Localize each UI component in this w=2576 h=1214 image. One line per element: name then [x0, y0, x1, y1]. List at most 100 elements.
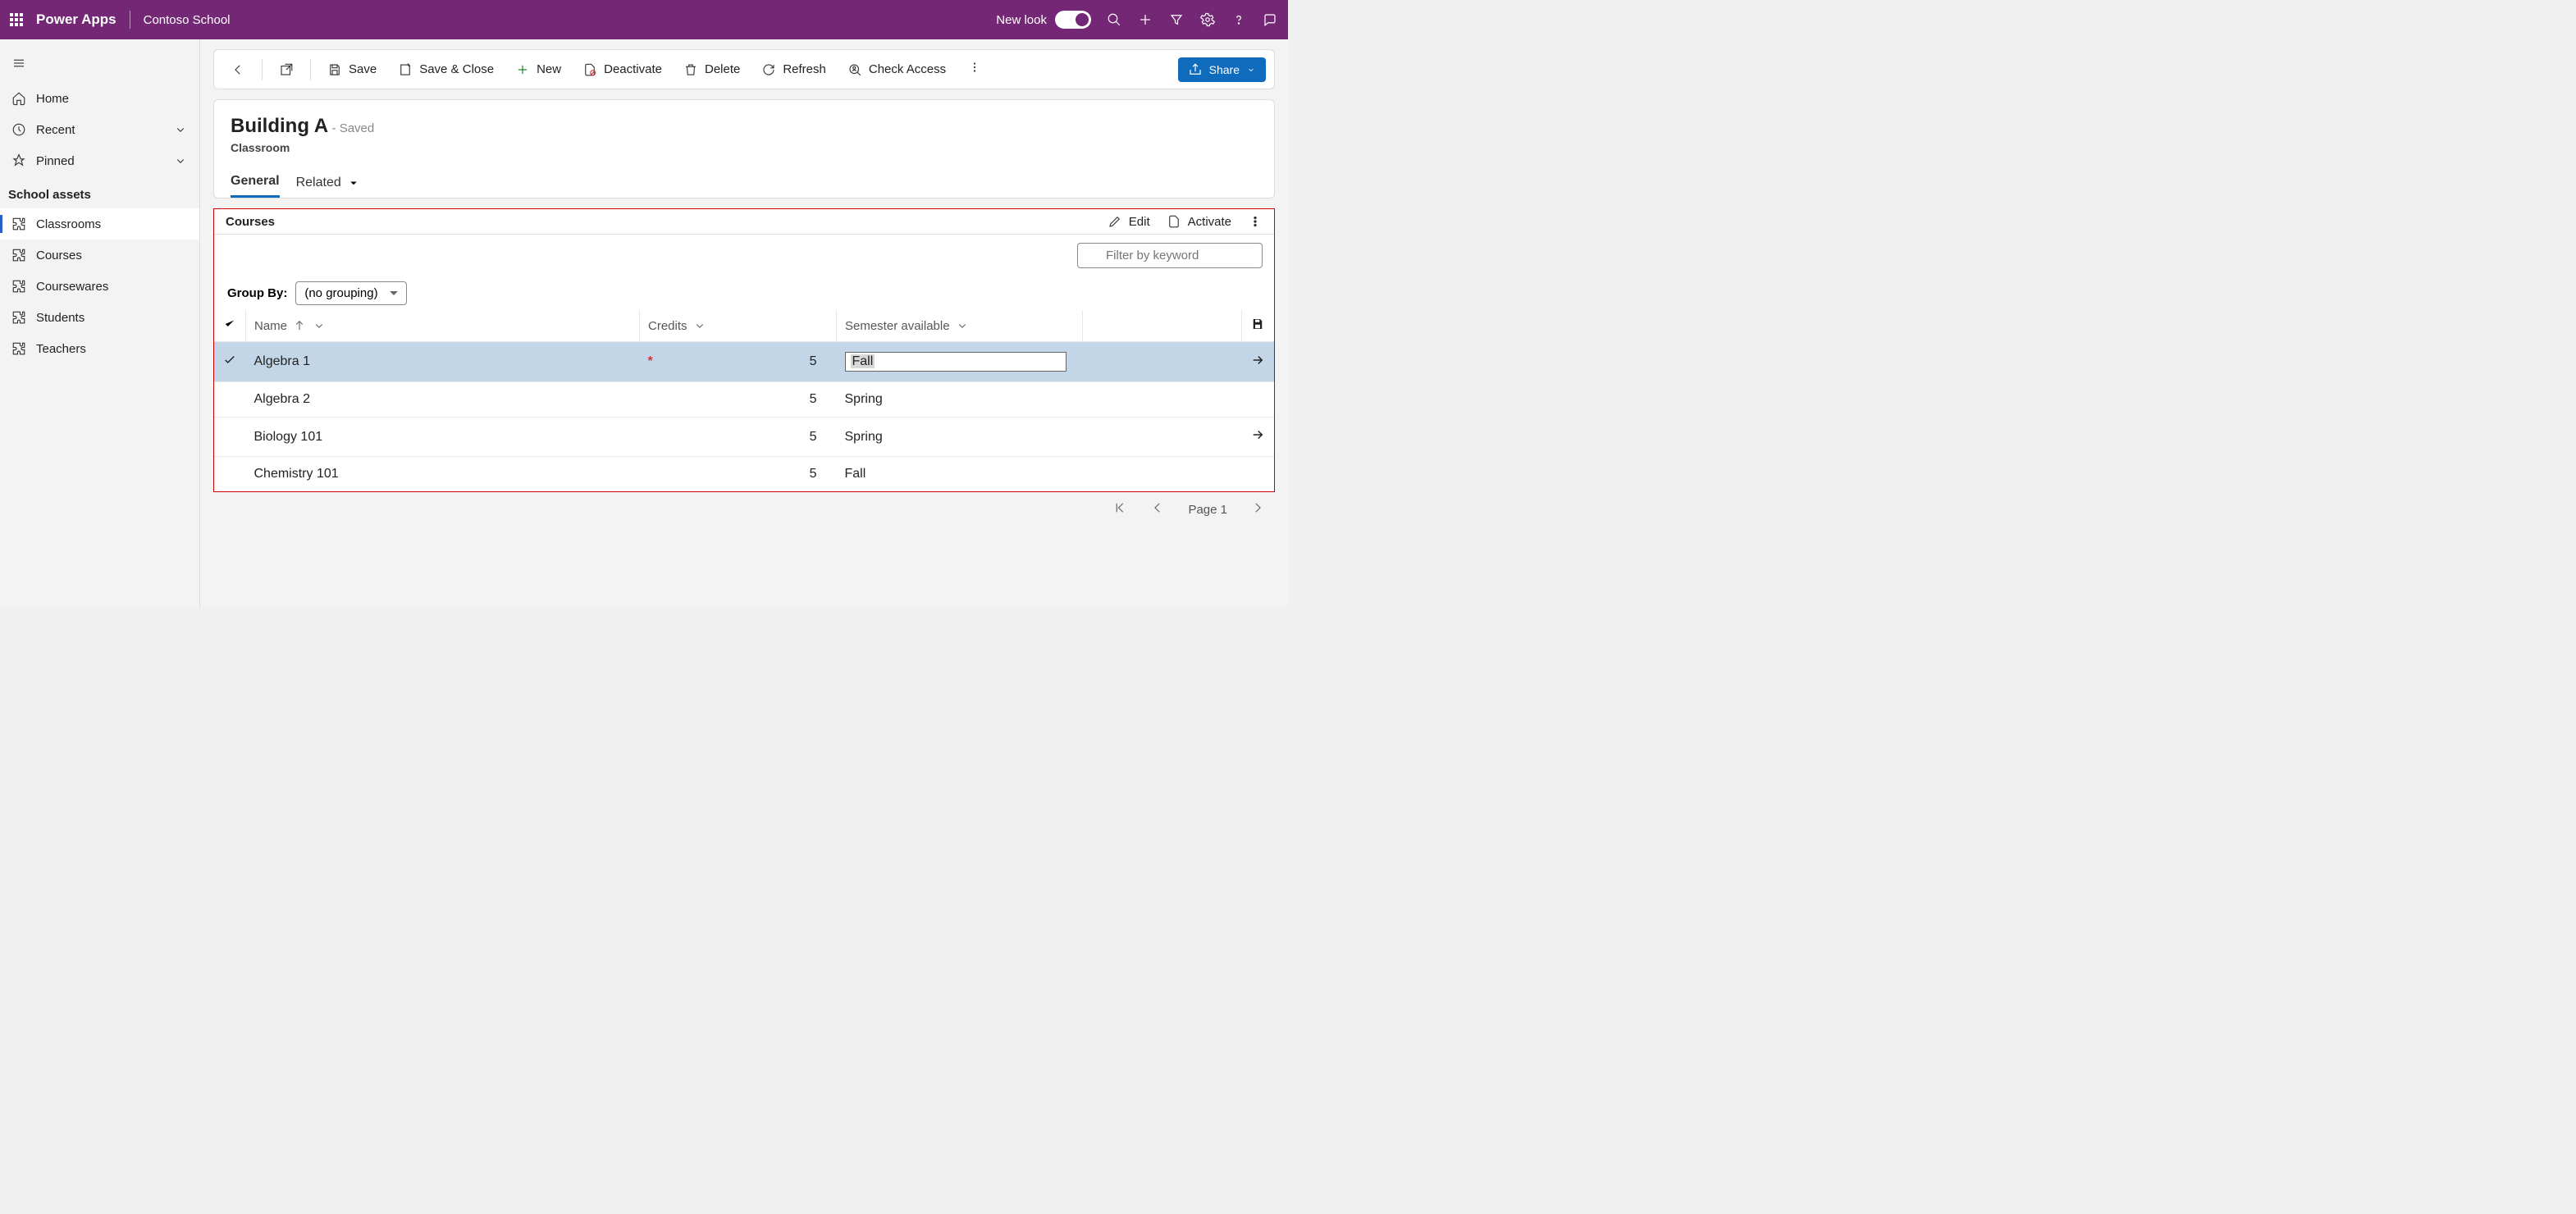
back-button[interactable] [222, 57, 253, 82]
nav-item-label: Coursewares [36, 280, 108, 294]
arrow-left-icon [231, 62, 245, 77]
nav-home[interactable]: Home [0, 83, 199, 114]
select-all-header[interactable] [214, 310, 246, 342]
delete-label: Delete [705, 62, 740, 76]
nav-item-teachers[interactable]: Teachers [0, 333, 199, 364]
column-save-header[interactable] [1241, 310, 1274, 342]
nav-item-classrooms[interactable]: Classrooms [0, 208, 199, 240]
help-icon[interactable] [1231, 11, 1247, 28]
cell-name[interactable]: Algebra 2 [246, 382, 640, 418]
table-row[interactable]: Algebra 25Spring [214, 382, 1274, 418]
add-icon[interactable] [1137, 11, 1153, 28]
column-spacer [1083, 310, 1242, 342]
groupby-select[interactable]: (no grouping) [295, 281, 406, 305]
new-look-toggle[interactable]: New look [996, 11, 1091, 29]
semester-edit-input[interactable]: Fall [845, 352, 1066, 372]
cell-credits[interactable]: 5 [640, 418, 837, 457]
pin-icon [11, 153, 26, 168]
checkmark-icon [222, 317, 237, 331]
app-launcher-icon[interactable] [10, 13, 23, 26]
row-open-button[interactable] [1241, 342, 1274, 382]
row-select-cell[interactable] [214, 457, 246, 492]
row-open-button[interactable] [1241, 418, 1274, 457]
sidebar-collapse-button[interactable] [0, 48, 199, 83]
brand-label: Power Apps [36, 11, 116, 28]
table-row[interactable]: Chemistry 1015Fall [214, 457, 1274, 492]
search-icon[interactable] [1106, 11, 1122, 28]
save-icon [327, 62, 342, 77]
refresh-button[interactable]: Refresh [753, 57, 834, 82]
org-label: Contoso School [144, 13, 231, 27]
cell-credits[interactable]: 5 [640, 457, 837, 492]
table-row[interactable]: Algebra 1*5 Fall [214, 342, 1274, 382]
nav-item-coursewares[interactable]: Coursewares [0, 271, 199, 302]
toggle-switch-icon[interactable] [1055, 11, 1091, 29]
column-semester-header[interactable]: Semester available [837, 310, 1083, 342]
assistant-icon[interactable] [1262, 11, 1278, 28]
nav-item-students[interactable]: Students [0, 302, 199, 333]
filter-icon[interactable] [1168, 11, 1185, 28]
settings-icon[interactable] [1199, 11, 1216, 28]
deactivate-label: Deactivate [604, 62, 662, 76]
check-access-icon [847, 62, 862, 77]
puzzle-icon [11, 310, 26, 325]
row-open-button [1241, 457, 1274, 492]
cell-credits[interactable]: *5 [640, 342, 837, 382]
tab-related[interactable]: Related [296, 167, 361, 198]
page-first-button[interactable] [1112, 500, 1127, 518]
cell-semester[interactable]: Spring [837, 382, 1083, 418]
share-button[interactable]: Share [1178, 57, 1266, 82]
tab-general[interactable]: General [231, 167, 280, 198]
open-new-window-button[interactable] [271, 57, 302, 82]
nav-item-label: Classrooms [36, 217, 101, 231]
nav-recent[interactable]: Recent [0, 114, 199, 145]
new-button[interactable]: New [507, 57, 569, 82]
pencil-icon [1108, 214, 1122, 229]
subgrid-edit-button[interactable]: Edit [1108, 214, 1150, 229]
check-access-button[interactable]: Check Access [839, 57, 954, 82]
subgrid-more-button[interactable] [1248, 214, 1263, 229]
column-credits-label: Credits [648, 319, 687, 333]
nav-group-title: School assets [0, 176, 199, 208]
cell-credits[interactable]: 5 [640, 382, 837, 418]
row-select-cell[interactable] [214, 382, 246, 418]
new-look-label: New look [996, 13, 1047, 27]
cell-semester[interactable]: Fall [837, 457, 1083, 492]
record-title: Building A [231, 115, 328, 137]
deactivate-icon [582, 62, 597, 77]
nav-item-courses[interactable]: Courses [0, 240, 199, 271]
command-separator [262, 59, 263, 80]
column-name-label: Name [254, 319, 287, 333]
chevron-down-icon [312, 318, 327, 333]
page-prev-button[interactable] [1150, 500, 1165, 518]
filter-keyword-input[interactable] [1077, 243, 1263, 268]
column-credits-header[interactable]: Credits [640, 310, 837, 342]
subgrid-header: Courses Edit Activate [214, 209, 1274, 235]
cell-semester[interactable]: Fall [837, 342, 1083, 382]
puzzle-icon [11, 217, 26, 231]
more-commands-button[interactable] [959, 55, 990, 84]
deactivate-button[interactable]: Deactivate [574, 57, 670, 82]
subgrid-activate-label: Activate [1188, 215, 1231, 229]
chevron-down-icon [173, 122, 188, 137]
chevron-down-icon [173, 153, 188, 168]
save-close-icon [398, 62, 413, 77]
cell-name[interactable]: Algebra 1 [246, 342, 640, 382]
cell-name[interactable]: Chemistry 101 [246, 457, 640, 492]
check-access-label: Check Access [869, 62, 946, 76]
cell-semester[interactable]: Spring [837, 418, 1083, 457]
table-row[interactable]: Biology 1015Spring [214, 418, 1274, 457]
delete-button[interactable]: Delete [675, 57, 748, 82]
row-select-cell[interactable] [214, 342, 246, 382]
refresh-label: Refresh [783, 62, 826, 76]
chevron-down-icon [955, 318, 970, 333]
cell-name[interactable]: Biology 101 [246, 418, 640, 457]
row-select-cell[interactable] [214, 418, 246, 457]
subgrid-activate-button[interactable]: Activate [1167, 214, 1231, 229]
save-button[interactable]: Save [319, 57, 385, 82]
tab-related-label: Related [296, 176, 341, 190]
page-next-button[interactable] [1250, 500, 1265, 518]
save-close-button[interactable]: Save & Close [390, 57, 502, 82]
nav-pinned[interactable]: Pinned [0, 145, 199, 176]
column-name-header[interactable]: Name [246, 310, 640, 342]
